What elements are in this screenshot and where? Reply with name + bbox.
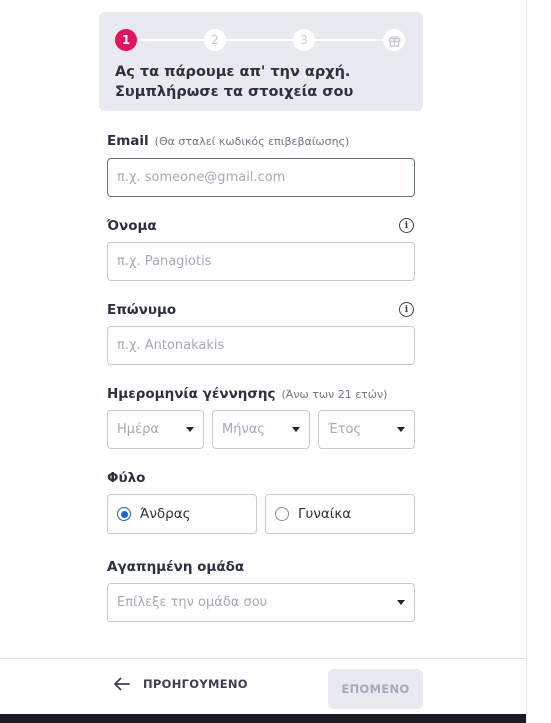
chevron-down-icon: [292, 427, 300, 432]
steps-title-line-2: Συμπλήρωσε τα στοιχεία σου: [115, 84, 354, 100]
form-footer: ΠΡΟΗΓΟΥΜΕΝΟ ΕΠΟΜΕΝΟ: [0, 658, 526, 714]
steps-title: Ας τα πάρουμε απ' την αρχή. Συμπλήρωσε τ…: [115, 62, 353, 102]
radio-unchecked-icon[interactable]: [275, 507, 289, 521]
email-label: Email (Θα σταλεί κωδικός επιβεβαίωσης): [107, 133, 349, 149]
step-1-indicator: 1: [115, 29, 137, 51]
steps-connector-line: [126, 39, 406, 41]
birth-day-placeholder: Ημέρα: [117, 422, 159, 437]
birth-day-select[interactable]: Ημέρα: [107, 410, 204, 449]
chevron-down-icon: [397, 600, 405, 605]
registration-steps-card: 1 2 3 Ας τα πάρουμε απ' την αρχή. Συμπλή…: [99, 12, 423, 111]
page-scrollbar-area: [526, 0, 551, 723]
favorite-team-label: Αγαπημένη ομάδα: [107, 559, 245, 575]
email-hint: (Θα σταλεί κωδικός επιβεβαίωσης): [154, 135, 350, 148]
step-gift-indicator: [383, 29, 405, 51]
email-field[interactable]: π.χ. someone@gmail.com: [107, 158, 415, 197]
gift-icon: [388, 35, 400, 47]
step-2-indicator: 2: [204, 29, 226, 51]
radio-checked-icon[interactable]: [117, 507, 131, 521]
previous-button[interactable]: ΠΡΟΗΓΟΥΜΕΝΟ: [113, 677, 248, 691]
gender-option-male[interactable]: Άνδρας: [107, 494, 257, 534]
favorite-team-placeholder: Επίλεξε την ομάδα σου: [117, 595, 268, 610]
chevron-down-icon: [186, 427, 194, 432]
next-button[interactable]: ΕΠΟΜΕΝΟ: [328, 669, 423, 709]
birth-year-select[interactable]: Έτος: [318, 410, 415, 449]
last-name-info-icon[interactable]: i: [399, 302, 414, 317]
birth-month-select[interactable]: Μήνας: [212, 410, 310, 449]
gender-option-female[interactable]: Γυναίκα: [265, 494, 415, 534]
birthdate-hint: (Άνω των 21 ετών): [281, 388, 388, 401]
previous-button-label: ΠΡΟΗΓΟΥΜΕΝΟ: [143, 677, 248, 691]
email-label-text: Email: [107, 133, 149, 149]
first-name-label: Όνομα: [107, 218, 157, 234]
gender-label: Φύλο: [107, 470, 146, 486]
last-name-label: Επώνυμο: [107, 302, 177, 318]
favorite-team-select[interactable]: Επίλεξε την ομάδα σου: [107, 583, 415, 622]
first-name-placeholder: π.χ. Panagiotis: [117, 254, 212, 269]
last-name-field[interactable]: π.χ. Antonakakis: [107, 326, 415, 365]
arrow-left-icon: [114, 677, 130, 691]
chevron-down-icon: [397, 427, 405, 432]
first-name-info-icon[interactable]: i: [399, 218, 414, 233]
birthdate-label: Ημερομηνία γέννησης (Άνω των 21 ετών): [107, 386, 387, 402]
birthdate-label-text: Ημερομηνία γέννησης: [107, 386, 276, 402]
bottom-edge-bar: [0, 714, 526, 723]
email-placeholder: π.χ. someone@gmail.com: [117, 170, 286, 185]
birth-month-placeholder: Μήνας: [222, 422, 265, 437]
last-name-placeholder: π.χ. Antonakakis: [117, 338, 225, 353]
step-3-indicator: 3: [293, 29, 315, 51]
first-name-field[interactable]: π.χ. Panagiotis: [107, 242, 415, 281]
steps-title-line-1: Ας τα πάρουμε απ' την αρχή.: [115, 64, 351, 80]
gender-female-label: Γυναίκα: [298, 506, 352, 522]
birth-year-placeholder: Έτος: [328, 422, 362, 437]
gender-male-label: Άνδρας: [140, 506, 191, 522]
